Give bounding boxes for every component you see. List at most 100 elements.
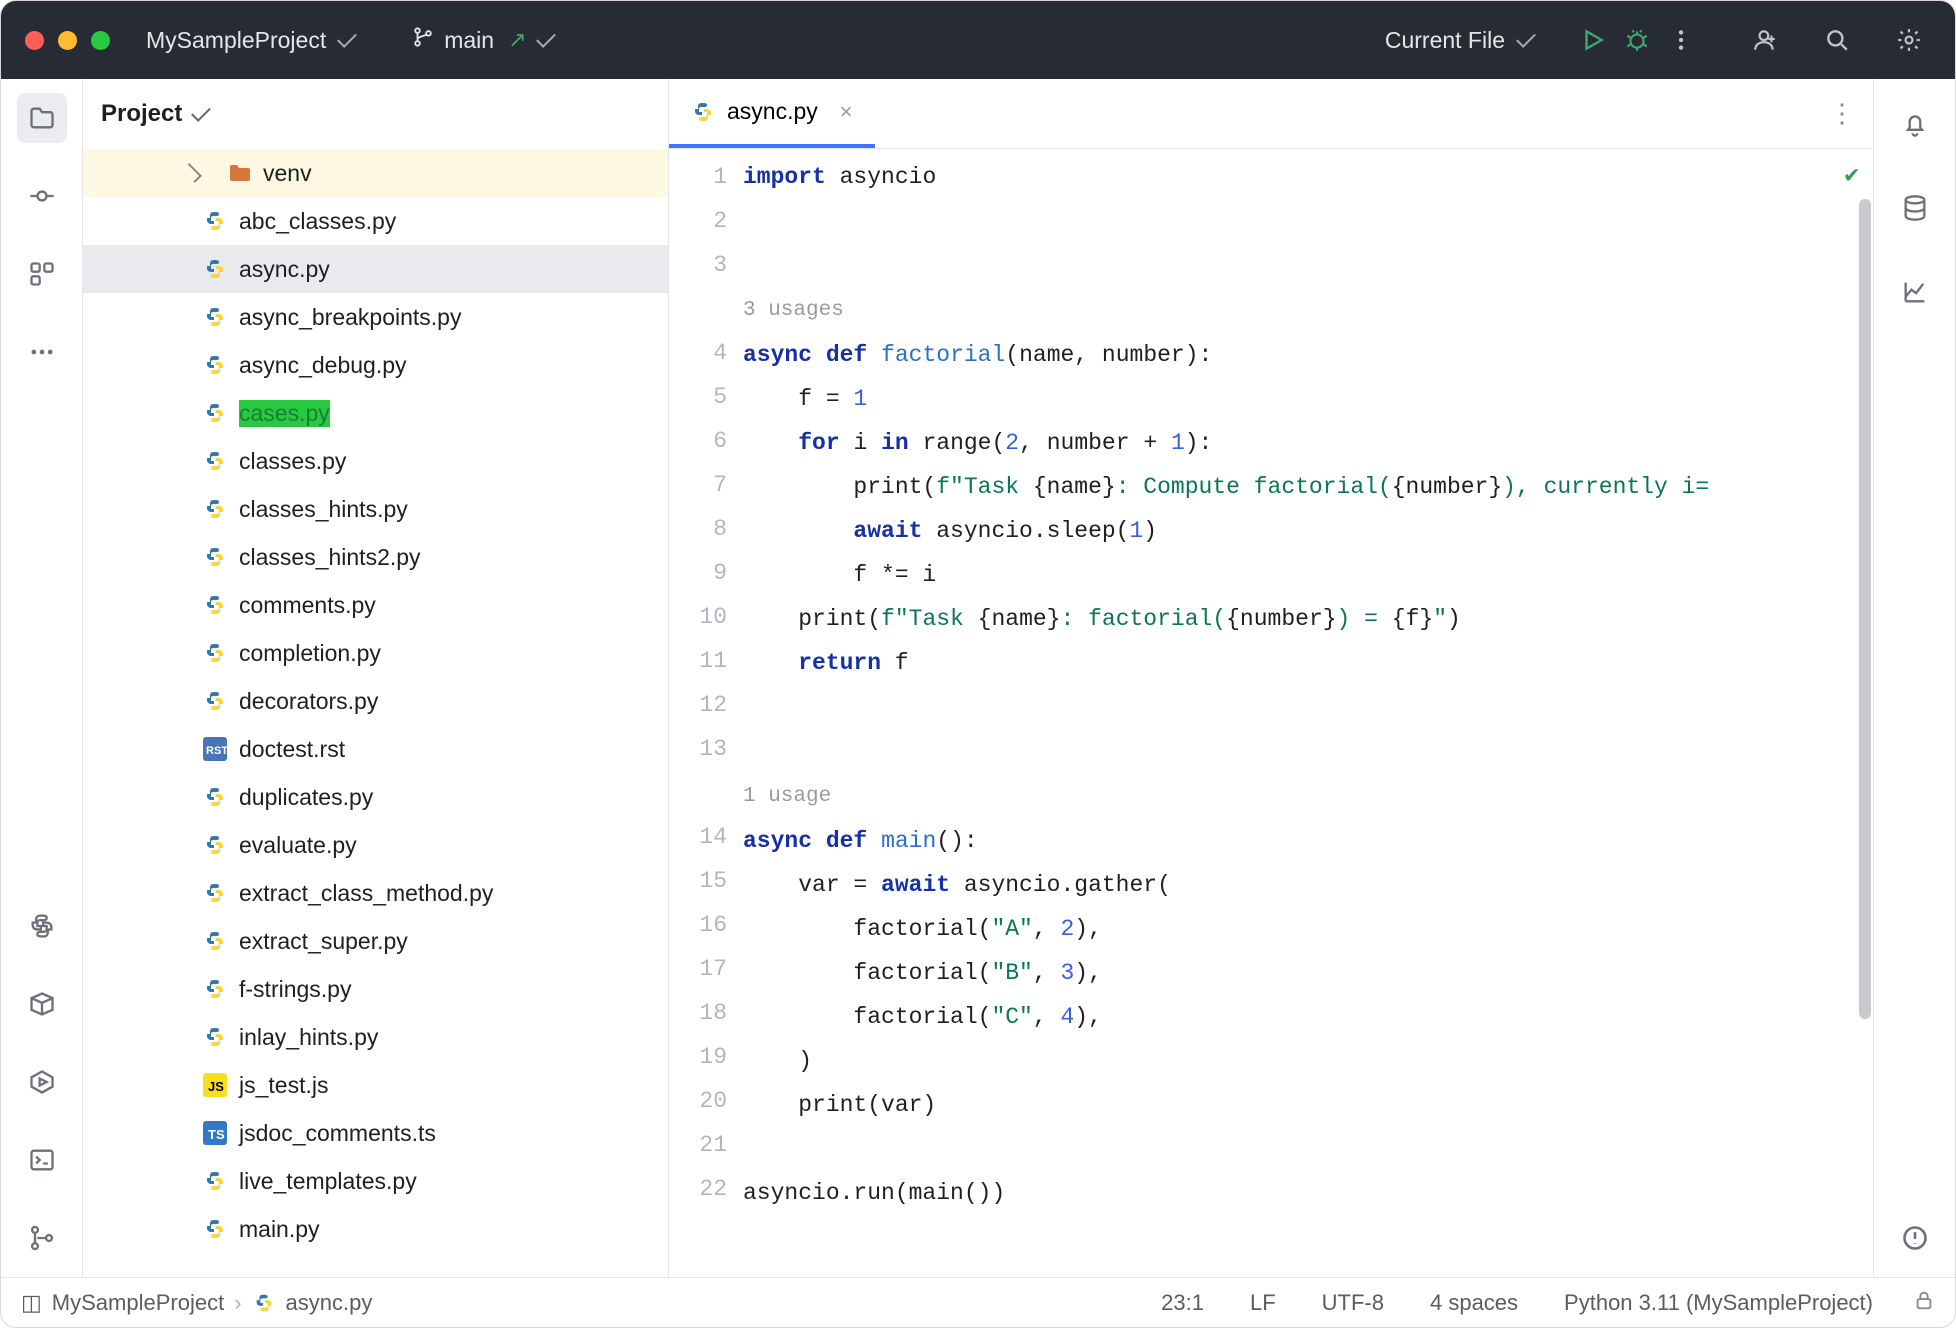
tree-file-js_test-js[interactable]: JS js_test.js bbox=[83, 1061, 668, 1109]
breadcrumb-sep: › bbox=[234, 1290, 241, 1316]
tree-file-jsdoc_comments-ts[interactable]: TS jsdoc_comments.ts bbox=[83, 1109, 668, 1157]
settings-icon[interactable] bbox=[1887, 18, 1931, 62]
titlebar: MySampleProject main ↗ Current File bbox=[1, 1, 1955, 79]
tree-file-async-py[interactable]: async.py bbox=[83, 245, 668, 293]
services-tool-icon[interactable] bbox=[17, 1057, 67, 1107]
tree-item-label: classes.py bbox=[239, 448, 346, 475]
py-file-icon bbox=[203, 593, 227, 617]
tree-folder-venv[interactable]: venv bbox=[83, 149, 668, 197]
tree-item-label: f-strings.py bbox=[239, 976, 351, 1003]
right-toolbar bbox=[1873, 79, 1955, 1277]
tree-file-comments-py[interactable]: comments.py bbox=[83, 581, 668, 629]
structure-tool-icon[interactable] bbox=[17, 249, 67, 299]
encoding[interactable]: UTF-8 bbox=[1304, 1290, 1402, 1316]
tree-file-completion-py[interactable]: completion.py bbox=[83, 629, 668, 677]
breadcrumb-project[interactable]: MySampleProject bbox=[52, 1290, 224, 1316]
tree-file-extract_class_method-py[interactable]: extract_class_method.py bbox=[83, 869, 668, 917]
scrollbar-thumb[interactable] bbox=[1859, 199, 1871, 1019]
chevron-down-icon bbox=[191, 102, 211, 122]
close-window-icon[interactable] bbox=[25, 31, 44, 50]
minimize-window-icon[interactable] bbox=[58, 31, 77, 50]
run-config-dropdown[interactable]: Current File bbox=[1385, 27, 1535, 54]
py-file-icon bbox=[203, 785, 227, 809]
code-content[interactable]: import asyncio 3 usages async def factor… bbox=[743, 149, 1873, 1277]
js-file-icon: JS bbox=[203, 1073, 227, 1097]
py-file-icon bbox=[203, 209, 227, 233]
tree-file-inlay_hints-py[interactable]: inlay_hints.py bbox=[83, 1013, 668, 1061]
interpreter[interactable]: Python 3.11 (MySampleProject) bbox=[1546, 1290, 1891, 1316]
tree-file-doctest-rst[interactable]: RST doctest.rst bbox=[83, 725, 668, 773]
py-file-icon bbox=[203, 1217, 227, 1241]
tree-file-main-py[interactable]: main.py bbox=[83, 1205, 668, 1253]
more-actions-icon[interactable] bbox=[1659, 18, 1703, 62]
project-panel-header[interactable]: Project bbox=[83, 79, 668, 149]
tree-item-label: jsdoc_comments.ts bbox=[239, 1120, 436, 1147]
breadcrumb-project-label: MySampleProject bbox=[52, 1290, 224, 1316]
breadcrumb-file[interactable]: async.py bbox=[252, 1290, 373, 1316]
py-file-icon bbox=[203, 641, 227, 665]
terminal-tool-icon[interactable] bbox=[17, 1135, 67, 1185]
py-file-icon bbox=[203, 257, 227, 281]
tree-file-f-strings-py[interactable]: f-strings.py bbox=[83, 965, 668, 1013]
project-tool-icon[interactable] bbox=[17, 93, 67, 143]
tree-file-async_breakpoints-py[interactable]: async_breakpoints.py bbox=[83, 293, 668, 341]
tree-item-label: main.py bbox=[239, 1216, 320, 1243]
lock-icon[interactable] bbox=[1913, 1289, 1935, 1317]
indent[interactable]: 4 spaces bbox=[1412, 1290, 1536, 1316]
more-tools-icon[interactable] bbox=[17, 327, 67, 377]
python-console-icon[interactable] bbox=[17, 901, 67, 951]
tree-file-duplicates-py[interactable]: duplicates.py bbox=[83, 773, 668, 821]
tree-file-live_templates-py[interactable]: live_templates.py bbox=[83, 1157, 668, 1205]
close-tab-icon[interactable]: × bbox=[840, 99, 853, 125]
project-panel: Project venv abc_classes.py async.py asy… bbox=[83, 79, 669, 1277]
tree-item-label: evaluate.py bbox=[239, 832, 357, 859]
debug-button[interactable] bbox=[1615, 18, 1659, 62]
tree-item-label: extract_class_method.py bbox=[239, 880, 493, 907]
tab-async[interactable]: async.py × bbox=[669, 79, 875, 148]
packages-tool-icon[interactable] bbox=[17, 979, 67, 1029]
tree-file-async_debug-py[interactable]: async_debug.py bbox=[83, 341, 668, 389]
vcs-tool-icon[interactable] bbox=[17, 1213, 67, 1263]
svg-text:JS: JS bbox=[208, 1079, 224, 1094]
py-file-icon bbox=[203, 977, 227, 1001]
branch-dropdown[interactable]: main ↗ bbox=[412, 26, 554, 54]
branch-icon bbox=[412, 26, 434, 54]
tree-file-classes_hints2-py[interactable]: classes_hints2.py bbox=[83, 533, 668, 581]
tree-file-decorators-py[interactable]: decorators.py bbox=[83, 677, 668, 725]
chevron-down-icon bbox=[1516, 28, 1536, 48]
database-tool-icon[interactable] bbox=[1890, 183, 1940, 233]
problems-tool-icon[interactable] bbox=[1890, 1213, 1940, 1263]
tree-item-label: abc_classes.py bbox=[239, 208, 396, 235]
tree-file-evaluate-py[interactable]: evaluate.py bbox=[83, 821, 668, 869]
notifications-icon[interactable] bbox=[1890, 99, 1940, 149]
code-area[interactable]: 12345678910111213141516171819202122 impo… bbox=[669, 149, 1873, 1277]
project-tree[interactable]: venv abc_classes.py async.py async_break… bbox=[83, 149, 668, 1277]
code-with-me-icon[interactable] bbox=[1743, 18, 1787, 62]
tree-item-label: comments.py bbox=[239, 592, 376, 619]
run-button[interactable] bbox=[1571, 18, 1615, 62]
inspection-ok-icon[interactable]: ✔ bbox=[1845, 155, 1859, 199]
caret-position[interactable]: 23:1 bbox=[1143, 1290, 1222, 1316]
tab-actions-icon[interactable]: ⋮ bbox=[1829, 79, 1873, 148]
maximize-window-icon[interactable] bbox=[91, 31, 110, 50]
tree-item-label: completion.py bbox=[239, 640, 381, 667]
tree-file-extract_super-py[interactable]: extract_super.py bbox=[83, 917, 668, 965]
tree-item-label: classes_hints.py bbox=[239, 496, 408, 523]
project-dropdown[interactable]: MySampleProject bbox=[146, 27, 356, 54]
ts-file-icon: TS bbox=[203, 1121, 227, 1145]
tree-item-label: decorators.py bbox=[239, 688, 378, 715]
tab-label: async.py bbox=[727, 98, 818, 125]
tree-file-cases-py[interactable]: cases.py bbox=[83, 389, 668, 437]
gutter: 12345678910111213141516171819202122 bbox=[669, 149, 743, 1277]
line-separator[interactable]: LF bbox=[1232, 1290, 1294, 1316]
nav-bar-toggle-icon[interactable]: ◫ bbox=[21, 1290, 42, 1316]
tree-file-classes-py[interactable]: classes.py bbox=[83, 437, 668, 485]
branch-name: main bbox=[444, 27, 494, 54]
sciview-tool-icon[interactable] bbox=[1890, 267, 1940, 317]
tree-file-abc_classes-py[interactable]: abc_classes.py bbox=[83, 197, 668, 245]
search-icon[interactable] bbox=[1815, 18, 1859, 62]
tree-file-classes_hints-py[interactable]: classes_hints.py bbox=[83, 485, 668, 533]
commit-tool-icon[interactable] bbox=[17, 171, 67, 221]
project-name: MySampleProject bbox=[146, 27, 326, 54]
python-file-icon bbox=[691, 100, 715, 124]
